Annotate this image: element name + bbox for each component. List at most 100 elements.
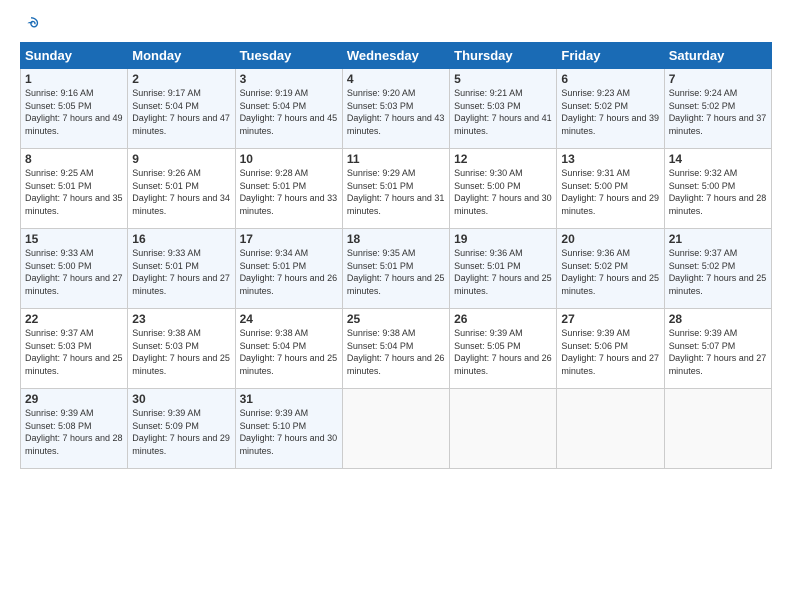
day-info: Sunrise: 9:37 AMSunset: 5:02 PMDaylight:… [669,247,767,297]
calendar-table: SundayMondayTuesdayWednesdayThursdayFrid… [20,42,772,469]
day-info: Sunrise: 9:23 AMSunset: 5:02 PMDaylight:… [561,87,659,137]
day-number: 10 [240,152,338,166]
day-number: 26 [454,312,552,326]
day-number: 30 [132,392,230,406]
day-info: Sunrise: 9:29 AMSunset: 5:01 PMDaylight:… [347,167,445,217]
day-info: Sunrise: 9:35 AMSunset: 5:01 PMDaylight:… [347,247,445,297]
week-row-5: 29 Sunrise: 9:39 AMSunset: 5:08 PMDaylig… [21,389,772,469]
day-number: 1 [25,72,123,86]
day-cell: 19 Sunrise: 9:36 AMSunset: 5:01 PMDaylig… [450,229,557,309]
day-cell: 30 Sunrise: 9:39 AMSunset: 5:09 PMDaylig… [128,389,235,469]
day-number: 18 [347,232,445,246]
day-cell: 31 Sunrise: 9:39 AMSunset: 5:10 PMDaylig… [235,389,342,469]
day-cell: 20 Sunrise: 9:36 AMSunset: 5:02 PMDaylig… [557,229,664,309]
day-number: 17 [240,232,338,246]
logo-bird-icon [22,16,40,34]
day-cell: 18 Sunrise: 9:35 AMSunset: 5:01 PMDaylig… [342,229,449,309]
day-info: Sunrise: 9:37 AMSunset: 5:03 PMDaylight:… [25,327,123,377]
day-cell [450,389,557,469]
day-info: Sunrise: 9:26 AMSunset: 5:01 PMDaylight:… [132,167,230,217]
day-cell: 9 Sunrise: 9:26 AMSunset: 5:01 PMDayligh… [128,149,235,229]
header-day-thursday: Thursday [450,43,557,69]
day-info: Sunrise: 9:21 AMSunset: 5:03 PMDaylight:… [454,87,552,137]
day-cell [557,389,664,469]
day-cell: 10 Sunrise: 9:28 AMSunset: 5:01 PMDaylig… [235,149,342,229]
day-info: Sunrise: 9:17 AMSunset: 5:04 PMDaylight:… [132,87,230,137]
day-number: 24 [240,312,338,326]
day-number: 22 [25,312,123,326]
day-info: Sunrise: 9:38 AMSunset: 5:03 PMDaylight:… [132,327,230,377]
day-number: 3 [240,72,338,86]
day-cell: 2 Sunrise: 9:17 AMSunset: 5:04 PMDayligh… [128,69,235,149]
day-number: 15 [25,232,123,246]
logo [20,16,40,34]
day-info: Sunrise: 9:28 AMSunset: 5:01 PMDaylight:… [240,167,338,217]
week-row-2: 8 Sunrise: 9:25 AMSunset: 5:01 PMDayligh… [21,149,772,229]
day-number: 14 [669,152,767,166]
day-cell: 27 Sunrise: 9:39 AMSunset: 5:06 PMDaylig… [557,309,664,389]
day-info: Sunrise: 9:16 AMSunset: 5:05 PMDaylight:… [25,87,123,137]
day-info: Sunrise: 9:20 AMSunset: 5:03 PMDaylight:… [347,87,445,137]
day-cell: 3 Sunrise: 9:19 AMSunset: 5:04 PMDayligh… [235,69,342,149]
day-cell: 26 Sunrise: 9:39 AMSunset: 5:05 PMDaylig… [450,309,557,389]
day-info: Sunrise: 9:33 AMSunset: 5:01 PMDaylight:… [132,247,230,297]
day-cell: 22 Sunrise: 9:37 AMSunset: 5:03 PMDaylig… [21,309,128,389]
day-info: Sunrise: 9:39 AMSunset: 5:10 PMDaylight:… [240,407,338,457]
day-number: 27 [561,312,659,326]
logo-text [20,16,40,34]
day-number: 7 [669,72,767,86]
day-number: 28 [669,312,767,326]
day-info: Sunrise: 9:32 AMSunset: 5:00 PMDaylight:… [669,167,767,217]
day-number: 12 [454,152,552,166]
header-day-sunday: Sunday [21,43,128,69]
day-number: 4 [347,72,445,86]
header-row: SundayMondayTuesdayWednesdayThursdayFrid… [21,43,772,69]
day-cell: 15 Sunrise: 9:33 AMSunset: 5:00 PMDaylig… [21,229,128,309]
day-cell: 5 Sunrise: 9:21 AMSunset: 5:03 PMDayligh… [450,69,557,149]
day-info: Sunrise: 9:39 AMSunset: 5:07 PMDaylight:… [669,327,767,377]
day-cell: 29 Sunrise: 9:39 AMSunset: 5:08 PMDaylig… [21,389,128,469]
day-cell: 1 Sunrise: 9:16 AMSunset: 5:05 PMDayligh… [21,69,128,149]
week-row-3: 15 Sunrise: 9:33 AMSunset: 5:00 PMDaylig… [21,229,772,309]
day-number: 29 [25,392,123,406]
day-info: Sunrise: 9:25 AMSunset: 5:01 PMDaylight:… [25,167,123,217]
day-cell [664,389,771,469]
day-number: 5 [454,72,552,86]
header-day-wednesday: Wednesday [342,43,449,69]
day-number: 20 [561,232,659,246]
header-day-tuesday: Tuesday [235,43,342,69]
header [20,16,772,34]
header-day-saturday: Saturday [664,43,771,69]
day-info: Sunrise: 9:30 AMSunset: 5:00 PMDaylight:… [454,167,552,217]
day-number: 19 [454,232,552,246]
day-info: Sunrise: 9:39 AMSunset: 5:06 PMDaylight:… [561,327,659,377]
day-number: 16 [132,232,230,246]
day-number: 11 [347,152,445,166]
day-cell: 28 Sunrise: 9:39 AMSunset: 5:07 PMDaylig… [664,309,771,389]
day-cell: 24 Sunrise: 9:38 AMSunset: 5:04 PMDaylig… [235,309,342,389]
day-cell: 12 Sunrise: 9:30 AMSunset: 5:00 PMDaylig… [450,149,557,229]
week-row-4: 22 Sunrise: 9:37 AMSunset: 5:03 PMDaylig… [21,309,772,389]
day-cell: 11 Sunrise: 9:29 AMSunset: 5:01 PMDaylig… [342,149,449,229]
day-cell: 25 Sunrise: 9:38 AMSunset: 5:04 PMDaylig… [342,309,449,389]
day-info: Sunrise: 9:34 AMSunset: 5:01 PMDaylight:… [240,247,338,297]
header-day-friday: Friday [557,43,664,69]
day-info: Sunrise: 9:19 AMSunset: 5:04 PMDaylight:… [240,87,338,137]
day-cell: 14 Sunrise: 9:32 AMSunset: 5:00 PMDaylig… [664,149,771,229]
day-cell: 4 Sunrise: 9:20 AMSunset: 5:03 PMDayligh… [342,69,449,149]
day-cell: 17 Sunrise: 9:34 AMSunset: 5:01 PMDaylig… [235,229,342,309]
day-info: Sunrise: 9:39 AMSunset: 5:05 PMDaylight:… [454,327,552,377]
week-row-1: 1 Sunrise: 9:16 AMSunset: 5:05 PMDayligh… [21,69,772,149]
day-cell: 23 Sunrise: 9:38 AMSunset: 5:03 PMDaylig… [128,309,235,389]
day-info: Sunrise: 9:36 AMSunset: 5:02 PMDaylight:… [561,247,659,297]
day-number: 21 [669,232,767,246]
day-info: Sunrise: 9:39 AMSunset: 5:09 PMDaylight:… [132,407,230,457]
day-cell: 21 Sunrise: 9:37 AMSunset: 5:02 PMDaylig… [664,229,771,309]
day-info: Sunrise: 9:24 AMSunset: 5:02 PMDaylight:… [669,87,767,137]
day-number: 23 [132,312,230,326]
day-cell: 7 Sunrise: 9:24 AMSunset: 5:02 PMDayligh… [664,69,771,149]
day-cell: 13 Sunrise: 9:31 AMSunset: 5:00 PMDaylig… [557,149,664,229]
day-info: Sunrise: 9:33 AMSunset: 5:00 PMDaylight:… [25,247,123,297]
day-number: 31 [240,392,338,406]
day-cell [342,389,449,469]
